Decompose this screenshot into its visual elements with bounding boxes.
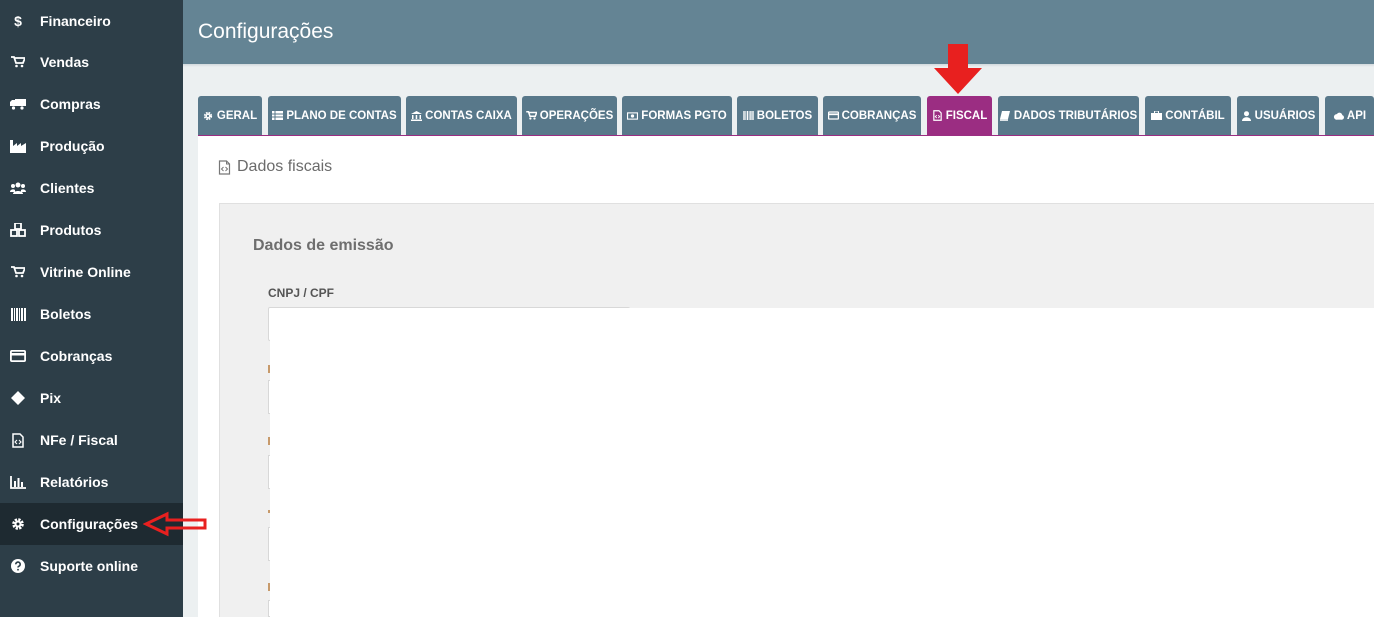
tab-label: OPERAÇÕES <box>539 109 614 122</box>
redaction-overlay <box>270 308 1374 617</box>
credit-card-icon <box>827 110 839 121</box>
money-icon <box>627 110 639 121</box>
tab-label: FORMAS PGTO <box>641 109 727 122</box>
sidebar-item-label: Relatórios <box>40 474 109 490</box>
factory-icon <box>10 138 26 154</box>
sidebar-item-label: Produtos <box>40 222 102 238</box>
cloud-icon <box>1333 110 1344 121</box>
gear-icon <box>203 110 214 121</box>
sidebar-item-clientes[interactable]: Clientes <box>0 167 183 209</box>
tab-contas-caixa[interactable]: CONTAS CAIXA <box>406 96 517 135</box>
sidebar-item-label: Cobranças <box>40 348 113 364</box>
barcode-icon <box>743 110 754 121</box>
truck-icon <box>10 96 26 112</box>
sidebar-item-boletos[interactable]: Boletos <box>0 293 183 335</box>
sidebar-item-label: Boletos <box>40 306 92 322</box>
sidebar-item-label: Vendas <box>40 54 90 70</box>
annotation-arrow-left-icon <box>143 511 207 537</box>
sidebar-item-label: Suporte online <box>40 558 138 574</box>
sidebar-item-cobrancas[interactable]: Cobranças <box>0 335 183 377</box>
file-code-icon <box>218 159 231 175</box>
file-code-icon <box>932 110 943 121</box>
user-icon <box>1241 110 1252 121</box>
sidebar-item-label: Vitrine Online <box>40 264 131 280</box>
page-header: Configurações <box>183 0 1374 64</box>
barcode-icon <box>10 306 26 322</box>
tab-contabil[interactable]: CONTÁBIL <box>1145 96 1231 135</box>
sidebar-item-label: Produção <box>40 138 105 154</box>
tab-label: COBRANÇAS <box>841 109 917 122</box>
tab-usuarios[interactable]: USUÁRIOS <box>1237 96 1319 135</box>
tab-api[interactable]: API <box>1325 96 1374 135</box>
sidebar-item-compras[interactable]: Compras <box>0 83 183 125</box>
sidebar-item-vitrine-online[interactable]: Vitrine Online <box>0 251 183 293</box>
tab-cobrancas[interactable]: COBRANÇAS <box>823 96 921 135</box>
section-header: Dados fiscais <box>218 158 332 176</box>
tab-label: FISCAL <box>945 109 988 122</box>
tab-geral[interactable]: GERAL <box>198 96 262 135</box>
sidebar-item-nfe-fiscal[interactable]: NFe / Fiscal <box>0 419 183 461</box>
file-code-icon <box>10 432 26 448</box>
bank-icon <box>411 110 423 121</box>
cart-icon <box>526 110 537 121</box>
bar-chart-icon <box>10 474 26 490</box>
sidebar-item-label: NFe / Fiscal <box>40 432 118 448</box>
tab-formas-pgto[interactable]: FORMAS PGTO <box>622 96 732 135</box>
panel-title: Dados de emissão <box>253 237 394 254</box>
book-icon <box>1000 110 1011 121</box>
sidebar-item-label: Clientes <box>40 180 95 196</box>
tab-dados-tributarios[interactable]: DADOS TRIBUTÁRIOS <box>998 96 1139 135</box>
sidebar-item-pix[interactable]: Pix <box>0 377 183 419</box>
sidebar-item-produtos[interactable]: Produtos <box>0 209 183 251</box>
users-icon <box>10 180 26 196</box>
dollar-icon: $ <box>14 13 22 29</box>
sidebar-item-relatorios[interactable]: Relatórios <box>0 461 183 503</box>
tab-boletos[interactable]: BOLETOS <box>737 96 818 135</box>
section-title: Dados fiscais <box>237 158 333 175</box>
gear-icon <box>10 516 26 532</box>
sidebar-item-label: Pix <box>40 390 62 406</box>
list-icon <box>272 110 284 121</box>
sidebar-item-producao[interactable]: Produção <box>0 125 183 167</box>
tab-label: GERAL <box>216 109 258 122</box>
sidebar-item-vendas[interactable]: Vendas <box>0 41 183 83</box>
cart-icon <box>10 54 26 70</box>
sidebar-item-suporte-online[interactable]: Suporte online <box>0 545 183 587</box>
page-title: Configurações <box>198 20 334 43</box>
tab-label: API <box>1346 109 1367 122</box>
tab-label: CONTAS CAIXA <box>425 109 512 122</box>
tab-fiscal[interactable]: FISCAL <box>927 96 992 135</box>
annotation-arrow-down-icon <box>934 44 982 94</box>
cnpj-cpf-label: CNPJ / CPF <box>268 286 335 300</box>
sidebar-item-label: Configurações <box>40 516 139 532</box>
tab-label: PLANO DE CONTAS <box>286 109 397 122</box>
tab-label: BOLETOS <box>756 109 813 122</box>
credit-card-icon <box>10 348 26 364</box>
cubes-icon <box>10 222 26 238</box>
tab-label: CONTÁBIL <box>1165 109 1225 122</box>
sidebar-item-financeiro[interactable]: $ Financeiro <box>0 0 183 42</box>
tab-plano-de-contas[interactable]: PLANO DE CONTAS <box>268 96 401 135</box>
cart-icon <box>10 264 26 280</box>
tab-operacoes[interactable]: OPERAÇÕES <box>522 96 617 135</box>
sidebar-item-label: Compras <box>40 96 101 112</box>
pix-icon <box>10 390 26 406</box>
sidebar-item-label: Financeiro <box>40 13 111 29</box>
tab-label: DADOS TRIBUTÁRIOS <box>1013 109 1138 122</box>
question-circle-icon <box>10 558 26 574</box>
tab-label: USUÁRIOS <box>1254 109 1316 122</box>
header-shadow <box>183 64 1374 67</box>
briefcase-icon <box>1151 110 1163 121</box>
